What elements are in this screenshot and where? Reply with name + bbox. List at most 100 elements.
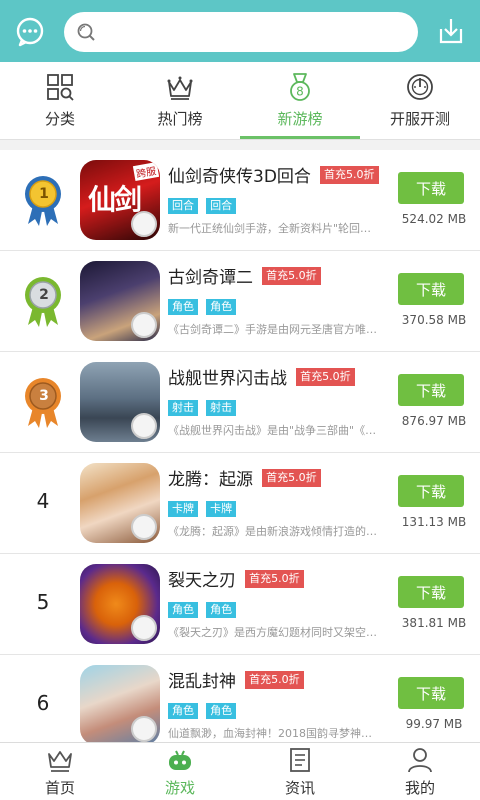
file-size: 381.81 MB: [401, 616, 467, 630]
promo-badge: 首充5.0折: [296, 367, 355, 386]
rank-number: 5: [36, 590, 50, 614]
game-description: 《战舰世界闪击战》是由"战争三部曲"《…: [168, 424, 377, 437]
top-bar: [0, 0, 480, 62]
title-line: 古剑奇谭二 首充5.0折: [168, 263, 398, 289]
title-line: 战舰世界闪击战 首充5.0折: [168, 364, 398, 390]
genre-tag: 角色: [168, 602, 198, 618]
game-name: 裂天之刃: [168, 571, 236, 591]
game-icon-lietian[interactable]: [80, 564, 160, 644]
tab-hot-ranking[interactable]: 热门榜: [120, 62, 240, 139]
file-size: 370.58 MB: [401, 313, 467, 327]
game-icon-gujian[interactable]: [80, 261, 160, 341]
download-button[interactable]: 下载: [398, 576, 464, 608]
nav-me[interactable]: 我的: [360, 743, 480, 800]
gamepad-icon: [169, 750, 191, 770]
download-button[interactable]: 下载: [398, 475, 464, 507]
download-button[interactable]: 下载: [398, 677, 464, 709]
rank-label: 1: [39, 186, 49, 202]
genre-tag: 角色: [168, 299, 198, 315]
game-name: 战舰世界闪击战: [168, 369, 287, 389]
list-item[interactable]: 5 裂天之刃 首充5.0折 角色 角色 《裂天之刃》是西方魔幻题材同时又架空… …: [0, 554, 480, 655]
file-size: 99.97 MB: [405, 717, 463, 731]
crown-outline-icon: [48, 751, 72, 772]
file-size: 131.13 MB: [401, 515, 467, 529]
rank-label: 2: [39, 287, 49, 303]
search-icon: [77, 23, 95, 41]
game-name: 古剑奇谭二: [168, 268, 253, 288]
tag-list: 卡牌 卡牌: [168, 497, 239, 517]
game-icon-hunluan[interactable]: [80, 665, 160, 742]
search-box[interactable]: [64, 12, 418, 52]
game-description: 仙道飘渺，血海封神！2018国韵寻梦神…: [168, 727, 372, 740]
tag-list: 回合 回合: [168, 194, 239, 214]
icon-logo-text: 仙剑: [88, 183, 142, 216]
tag-list: 角色 角色: [168, 699, 239, 719]
promo-badge: 首充5.0折: [320, 165, 379, 184]
title-line: 裂天之刃 首充5.0折: [168, 566, 398, 592]
gauge-icon: [407, 74, 433, 100]
tab-new-games-ranking[interactable]: 8 新游榜: [240, 62, 360, 139]
file-size: 524.02 MB: [401, 212, 467, 226]
promo-badge: 首充5.0折: [245, 569, 304, 588]
game-name: 龙腾：起源: [168, 470, 253, 490]
genre-tag: 角色: [206, 703, 237, 719]
tab-hot-ranking-label: 热门榜: [157, 110, 203, 128]
download-button[interactable]: 下载: [398, 374, 464, 406]
file-size: 876.97 MB: [401, 414, 467, 428]
genre-tag: 角色: [168, 703, 198, 719]
nav-me-label: 我的: [404, 779, 435, 797]
nav-games-label: 游戏: [164, 779, 195, 797]
tab-server-open-test[interactable]: 开服开测: [360, 62, 480, 139]
nav-games[interactable]: 游戏: [120, 743, 240, 800]
game-icon-longteng[interactable]: [80, 463, 160, 543]
game-icon-xianjian[interactable]: 跨服 仙剑: [80, 160, 160, 240]
tab-new-games-ranking-label: 新游榜: [277, 110, 323, 128]
tab-category[interactable]: 分类: [0, 62, 120, 139]
search-input[interactable]: [104, 18, 404, 46]
nav-news[interactable]: 资讯: [240, 743, 360, 800]
chat-icon[interactable]: [14, 16, 46, 48]
list-item[interactable]: 2 古剑奇谭二 首充5.0折 角色 角色 《古剑奇谭二》手游是由网元圣唐官方唯……: [0, 251, 480, 352]
genre-tag: 射击: [206, 400, 237, 416]
genre-tag: 卡牌: [168, 501, 198, 517]
list-item[interactable]: 3 战舰世界闪击战 首充5.0折 射击 射击 《战舰世界闪击战》是由"战争三部曲…: [0, 352, 480, 453]
promo-badge: 首充5.0折: [262, 266, 321, 285]
genre-tag: 回合: [168, 198, 198, 214]
bottom-navigation: 首页 游戏 资讯 我的: [0, 742, 480, 800]
nav-home[interactable]: 首页: [0, 743, 120, 800]
gift-badge-icon: [131, 514, 157, 540]
tag-list: 射击 射击: [168, 396, 239, 416]
tab-category-label: 分类: [44, 110, 75, 128]
title-line: 混乱封神 首充5.0折: [168, 667, 398, 693]
game-name: 混乱封神: [168, 672, 236, 692]
news-icon: [290, 748, 310, 772]
nav-news-label: 资讯: [284, 779, 315, 797]
title-line: 仙剑奇侠传3D回合 首充5.0折: [168, 162, 398, 188]
gift-badge-icon: [131, 716, 157, 742]
download-manager-icon[interactable]: [435, 15, 467, 47]
game-description: 《龙腾：起源》是由新浪游戏倾情打造的…: [168, 525, 377, 538]
title-line: 龙腾：起源 首充5.0折: [168, 465, 398, 491]
list-item[interactable]: 6 混乱封神 首充5.0折 角色 角色 仙道飘渺，血海封神！2018国韵寻梦神……: [0, 655, 480, 742]
rank-number: 6: [36, 691, 50, 715]
game-name: 仙剑奇侠传3D回合: [168, 167, 311, 187]
list-item[interactable]: 4 龙腾：起源 首充5.0折 卡牌 卡牌 《龙腾：起源》是由新浪游戏倾情打造的……: [0, 453, 480, 554]
game-ranking-list: 1 跨服 仙剑 仙剑奇侠传3D回合 首充5.0折 回合 回合 新一代正统仙剑手游…: [0, 150, 480, 742]
gift-badge-icon: [131, 413, 157, 439]
download-button[interactable]: 下载: [398, 273, 464, 305]
game-description: 《裂天之刃》是西方魔幻题材同时又架空…: [168, 626, 377, 639]
nav-home-label: 首页: [44, 779, 75, 797]
list-item[interactable]: 1 跨服 仙剑 仙剑奇侠传3D回合 首充5.0折 回合 回合 新一代正统仙剑手游…: [0, 150, 480, 251]
tag-list: 角色 角色: [168, 598, 239, 618]
medal-icon: 8: [290, 73, 310, 101]
category-tabs: 分类 热门榜 8 新游榜 开服开测: [0, 62, 480, 140]
download-button[interactable]: 下载: [398, 172, 464, 204]
grid-search-icon: [47, 74, 74, 101]
genre-tag: 回合: [206, 198, 237, 214]
game-description: 新一代正统仙剑手游，全新资料片"轮回…: [168, 222, 372, 235]
gift-badge-icon: [131, 211, 157, 237]
game-icon-warships[interactable]: [80, 362, 160, 442]
promo-badge: 首充5.0折: [245, 670, 304, 689]
gift-badge-icon: [131, 615, 157, 641]
tab-server-open-test-label: 开服开测: [389, 110, 450, 128]
